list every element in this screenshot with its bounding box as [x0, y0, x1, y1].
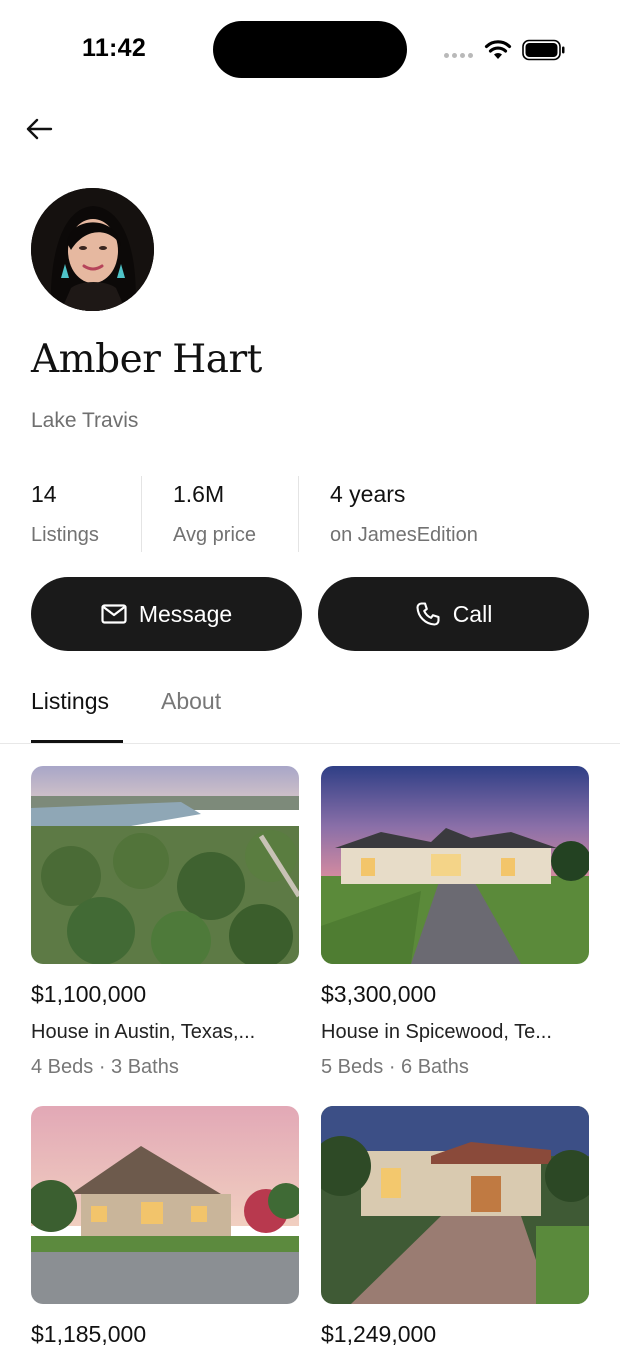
listing-card[interactable]: $3,300,000 House in Spicewood, Te... 5 B… — [321, 766, 589, 1078]
stat-label: on JamesEdition — [330, 524, 478, 546]
listing-price: $1,100,000 — [31, 981, 147, 1007]
listing-photo — [321, 766, 589, 964]
status-time: 11:42 — [82, 34, 147, 62]
arrow-left-icon — [26, 118, 53, 140]
agent-location: Lake Travis — [31, 409, 139, 432]
back-button[interactable] — [20, 110, 58, 148]
listing-card[interactable]: $1,249,000 — [321, 1106, 589, 1347]
wifi-icon — [484, 40, 512, 59]
agent-stats: 14 Listings 1.6M Avg price 4 years on Ja… — [31, 476, 591, 552]
stat-value: 1.6M — [173, 481, 225, 507]
battery-icon — [522, 39, 565, 61]
message-button-label: Message — [138, 600, 233, 627]
stat-tenure: 4 years on JamesEdition — [298, 476, 578, 552]
stat-avg-price: 1.6M Avg price — [141, 476, 298, 552]
envelope-icon — [101, 604, 127, 624]
call-button[interactable]: Call — [318, 577, 589, 651]
tab-listings[interactable]: Listings — [31, 688, 109, 715]
agent-avatar — [31, 188, 154, 311]
stat-label: Avg price — [173, 524, 257, 546]
stat-label: Listings — [31, 524, 99, 546]
listing-card[interactable]: $1,185,000 — [31, 1106, 299, 1347]
phone-icon — [416, 602, 440, 626]
listing-photo — [31, 766, 299, 964]
dynamic-island — [213, 21, 407, 78]
status-bar: 11:42 — [0, 0, 620, 100]
profile-tabs: Listings About — [0, 670, 620, 744]
call-button-label: Call — [452, 600, 493, 627]
stat-value: 14 — [31, 481, 57, 507]
listing-price: $1,249,000 — [321, 1321, 437, 1347]
message-button[interactable]: Message — [31, 577, 302, 651]
cellular-signal-icon — [444, 53, 473, 58]
listing-photo — [31, 1106, 299, 1304]
agent-name: Amber Hart — [31, 337, 262, 382]
active-tab-indicator — [31, 740, 123, 743]
listing-details: 5 Beds · 6 Baths — [321, 1056, 469, 1078]
stat-value: 4 years — [330, 481, 406, 507]
listing-title: House in Austin, Texas,... — [31, 1021, 256, 1043]
listing-details: 4 Beds · 3 Baths — [31, 1056, 179, 1078]
listing-price: $1,185,000 — [31, 1321, 147, 1347]
listing-card[interactable]: $1,100,000 House in Austin, Texas,... 4 … — [31, 766, 299, 1078]
listing-photo — [321, 1106, 589, 1304]
stat-listings: 14 Listings — [31, 476, 141, 552]
tab-about[interactable]: About — [161, 688, 221, 715]
listing-price: $3,300,000 — [321, 981, 437, 1007]
listing-title: House in Spicewood, Te... — [321, 1021, 552, 1043]
